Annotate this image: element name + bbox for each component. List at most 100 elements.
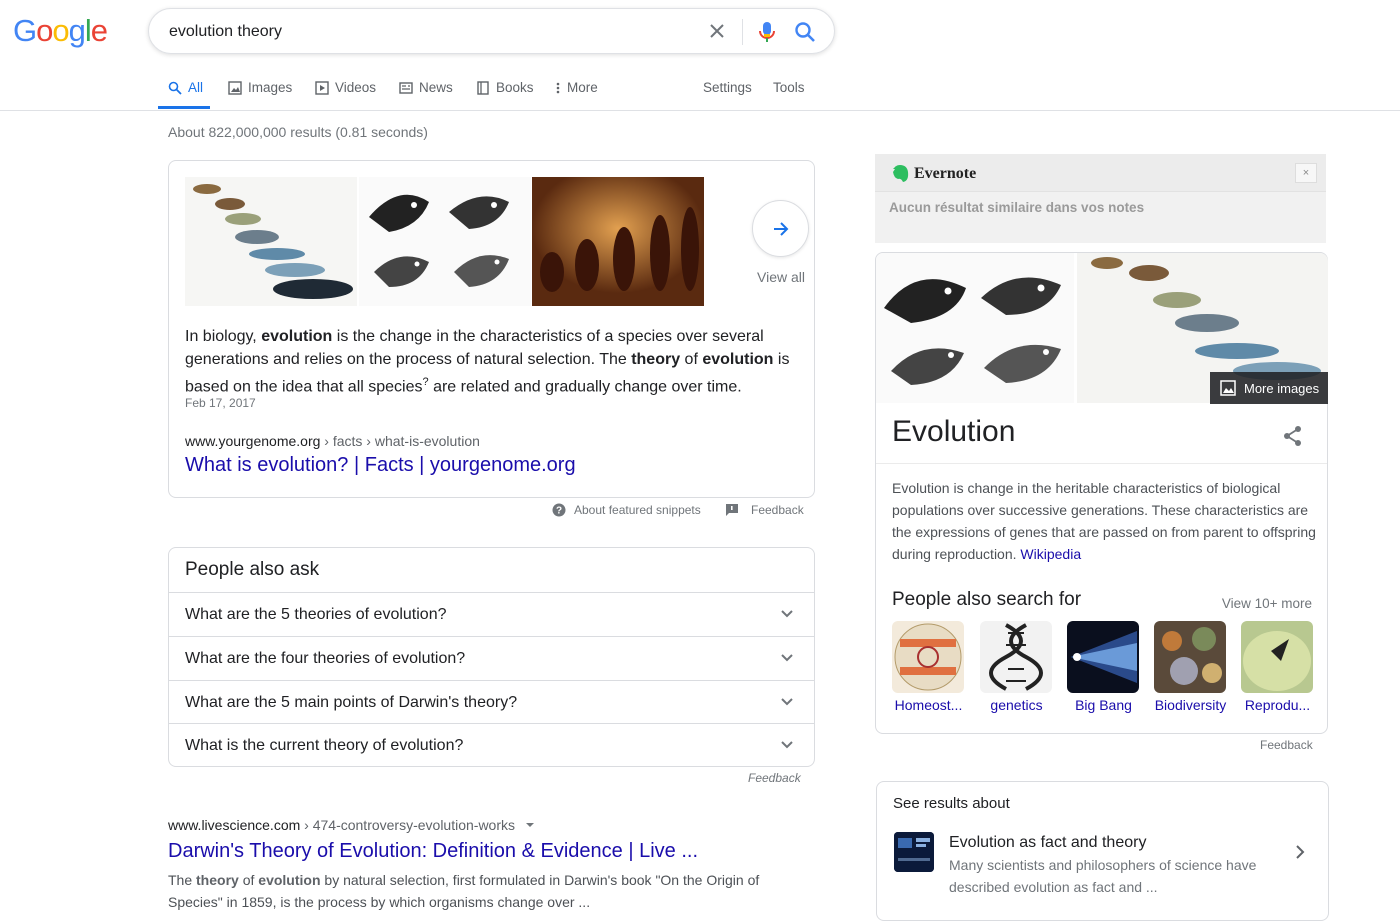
chevron-down-icon — [781, 654, 793, 662]
logo-letter: G — [13, 13, 37, 48]
pasf-item[interactable]: Reprodu... — [1241, 621, 1314, 713]
header-divider — [0, 110, 1400, 111]
snippet-image-1[interactable] — [185, 177, 357, 306]
pasf-item[interactable]: genetics — [980, 621, 1053, 713]
kp-title: Evolution — [892, 415, 1016, 448]
see-results-about: See results about Evolution as fact and … — [876, 781, 1329, 921]
snippet-cite: www.yourgenome.org › facts › what-is-evo… — [185, 433, 480, 449]
result-title-link[interactable]: Darwin's Theory of Evolution: Definition… — [168, 840, 698, 863]
tab-label: News — [419, 80, 453, 95]
pasf-label: Reprodu... — [1244, 697, 1311, 713]
search-icon — [168, 81, 182, 95]
help-icon: ? — [552, 503, 566, 517]
chevron-down-icon — [781, 610, 793, 618]
sra-thumb[interactable] — [894, 832, 934, 872]
pasf-label: genetics — [990, 697, 1043, 713]
tab-news[interactable]: News — [399, 80, 453, 95]
paa-question-text: What is the current theory of evolution? — [185, 737, 464, 754]
logo-letter: o — [52, 13, 69, 48]
tab-label: More — [567, 80, 598, 95]
search-input[interactable]: evolution theory — [169, 23, 282, 41]
caret-down-icon[interactable] — [525, 820, 535, 830]
tab-images[interactable]: Images — [228, 80, 292, 95]
tab-all[interactable]: All — [168, 80, 203, 95]
snippet-text: In biology, evolution is the change in t… — [185, 328, 790, 396]
paa-question[interactable]: What are the four theories of evolution? — [169, 636, 814, 680]
tab-label: Books — [496, 80, 534, 95]
kp-feedback[interactable]: Feedback — [1260, 738, 1313, 752]
video-icon — [315, 80, 329, 95]
feedback-icon — [726, 504, 738, 516]
featured-snippet: View all In biology, evolution is the ch… — [168, 160, 815, 498]
logo-letter: o — [36, 13, 53, 48]
kp-description: Evolution is change in the heritable cha… — [892, 480, 1316, 562]
arrow-right-icon — [773, 221, 788, 236]
logo-letter: e — [90, 13, 108, 48]
knowledge-panel: More images Evolution Evolution is chang… — [875, 252, 1328, 734]
sra-item-title[interactable]: Evolution as fact and theory — [949, 834, 1146, 852]
pasf-label: Big Bang — [1075, 697, 1132, 713]
wikipedia-link[interactable]: Wikipedia — [1020, 546, 1081, 562]
clear-icon[interactable] — [707, 20, 727, 42]
about-featured-snippets[interactable]: ? About featured snippets — [552, 503, 701, 517]
close-button[interactable]: × — [1295, 163, 1317, 183]
elephant-icon — [893, 165, 909, 182]
people-also-ask: People also ask What are the 5 theories … — [168, 547, 815, 767]
result-stats: About 822,000,000 results (0.81 seconds) — [168, 124, 428, 140]
svg-text:?: ? — [556, 506, 562, 517]
view-more-link[interactable]: View 10+ more — [1222, 596, 1312, 611]
view-all-button[interactable] — [752, 200, 809, 257]
google-logo[interactable]: Google — [13, 13, 108, 49]
pasf-thumb — [892, 621, 964, 693]
microphone-icon[interactable] — [756, 20, 778, 49]
chevron-right-icon[interactable] — [1294, 844, 1306, 860]
pasf-thumb — [1067, 621, 1139, 693]
more-vert-icon — [556, 82, 560, 93]
tab-label: Images — [248, 80, 293, 95]
image-icon — [228, 80, 242, 95]
paa-question-text: What are the 5 main points of Darwin's t… — [185, 694, 518, 711]
tab-videos[interactable]: Videos — [315, 80, 376, 95]
search-box[interactable]: evolution theory — [148, 8, 835, 54]
snippet-image-3[interactable] — [532, 177, 704, 306]
search-icon[interactable] — [794, 20, 816, 49]
paa-question[interactable]: What are the 5 theories of evolution? — [169, 592, 814, 636]
pasf-thumb — [1154, 621, 1226, 693]
tools-link[interactable]: Tools — [773, 80, 805, 95]
tab-books[interactable]: Books — [476, 80, 534, 95]
chevron-down-icon — [781, 698, 793, 706]
book-icon — [477, 80, 489, 95]
share-icon[interactable] — [1283, 425, 1303, 447]
paa-question[interactable]: What is the current theory of evolution? — [169, 723, 814, 767]
news-icon — [399, 81, 413, 94]
active-tab-indicator — [158, 106, 210, 109]
snippet-image-2[interactable] — [359, 177, 531, 306]
chevron-down-icon — [781, 741, 793, 749]
paa-question-text: What are the four theories of evolution? — [185, 650, 466, 667]
pasf-item[interactable]: Homeost... — [892, 621, 965, 713]
sra-title: See results about — [893, 795, 1010, 812]
snippet-title-link[interactable]: What is evolution? | Facts | yourgenome.… — [185, 454, 576, 477]
tab-more[interactable]: More — [555, 80, 598, 95]
pasf-item[interactable]: Biodiversity — [1154, 621, 1227, 713]
paa-title: People also ask — [185, 559, 320, 580]
paa-feedback[interactable]: Feedback — [748, 771, 801, 785]
settings-link[interactable]: Settings — [703, 80, 752, 95]
logo-letter: g — [68, 13, 86, 48]
evernote-message: Aucun résultat similaire dans vos notes — [889, 200, 1145, 215]
pasf-label: Biodiversity — [1154, 697, 1227, 713]
pasf-thumb — [1241, 621, 1313, 693]
paa-question-text: What are the 5 theories of evolution? — [185, 606, 447, 623]
snippet-feedback[interactable]: Feedback — [725, 503, 804, 517]
more-images-button[interactable]: More images — [1210, 372, 1328, 404]
kp-divider — [876, 463, 1327, 464]
paa-question[interactable]: What are the 5 main points of Darwin's t… — [169, 680, 814, 724]
result-snippet: The theory of evolution by natural selec… — [168, 872, 760, 910]
tab-label: All — [188, 80, 204, 95]
kp-image-1[interactable] — [876, 253, 1074, 403]
pasf-label: Homeost... — [894, 697, 963, 713]
view-all-label[interactable]: View all — [757, 269, 805, 285]
evernote-panel: Evernote × Aucun résultat similaire dans… — [875, 154, 1326, 243]
search-divider — [742, 19, 743, 45]
pasf-item[interactable]: Big Bang — [1067, 621, 1140, 713]
